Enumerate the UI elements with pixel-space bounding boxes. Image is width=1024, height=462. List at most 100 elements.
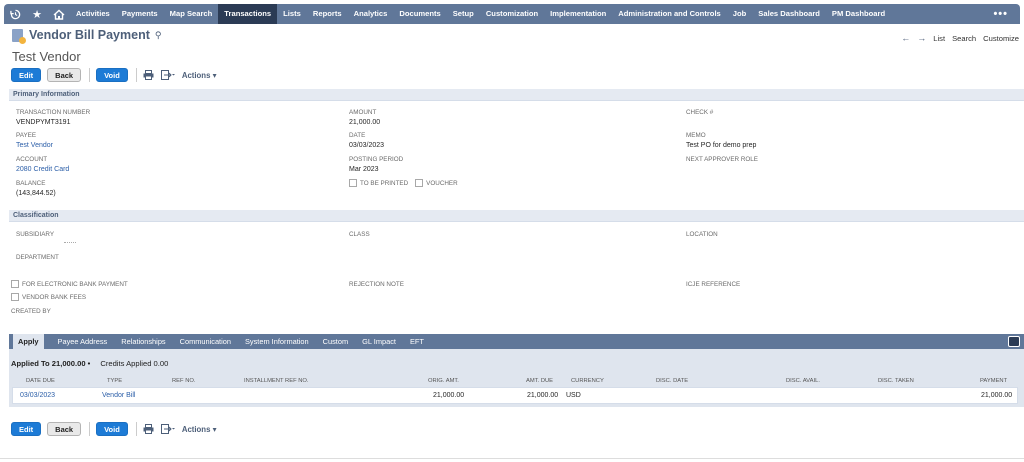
transaction-number-label: TRANSACTION NUMBER <box>16 109 91 116</box>
column-installment-ref-no[interactable]: INSTALLMENT REF NO. <box>244 375 309 387</box>
classification-header[interactable]: Classification <box>9 210 1024 222</box>
applied-to-label: Applied To 21,000.00 <box>11 359 86 368</box>
balance-field: BALANCE (143,844.52) <box>16 180 56 198</box>
table-header: DATE DUE TYPE REF NO. INSTALLMENT REF NO… <box>12 375 1018 387</box>
column-orig-amt[interactable]: ORIG. AMT. <box>428 375 459 387</box>
location-field: LOCATION <box>686 231 718 239</box>
tab-eft[interactable]: EFT <box>410 334 424 349</box>
row-date-due-link[interactable]: 03/03/2023 <box>20 388 55 403</box>
column-disc-date[interactable]: DISC. DATE <box>656 375 688 387</box>
nav-setup[interactable]: Setup <box>447 4 480 24</box>
void-button-bottom[interactable]: Void <box>96 422 128 436</box>
recent-records-icon[interactable] <box>4 4 26 24</box>
column-type[interactable]: TYPE <box>107 375 122 387</box>
nav-transactions[interactable]: Transactions <box>218 4 278 24</box>
column-date-due[interactable]: DATE DUE <box>26 375 55 387</box>
column-amt-due[interactable]: AMT. DUE <box>526 375 553 387</box>
account-link[interactable]: 2080 Credit Card <box>16 165 69 174</box>
more-menu-icon[interactable]: ••• <box>981 8 1020 20</box>
print-options: TO BE PRINTED VOUCHER <box>349 179 458 187</box>
tab-payee-address[interactable]: Payee Address <box>58 334 108 349</box>
nav-implementation[interactable]: Implementation <box>544 4 612 24</box>
nav-activities[interactable]: Activities <box>70 4 116 24</box>
tab-apply[interactable]: Apply <box>13 334 44 349</box>
nav-sales-dashboard[interactable]: Sales Dashboard <box>752 4 826 24</box>
credits-applied-tab[interactable]: Credits Applied 0.00 <box>100 359 168 368</box>
vendor-bank-fees-row: VENDOR BANK FEES <box>11 293 86 301</box>
nav-pm-dashboard[interactable]: PM Dashboard <box>826 4 891 24</box>
subsidiary-field: SUBSIDIARY <box>16 231 76 243</box>
column-disc-taken[interactable]: DISC. TAKEN <box>878 375 914 387</box>
list-link[interactable]: List <box>933 34 945 43</box>
nav-administration-and-controls[interactable]: Administration and Controls <box>612 4 727 24</box>
electronic-bank-payment-label: FOR ELECTRONIC BANK PAYMENT <box>22 280 128 288</box>
search-icon[interactable]: ⚲ <box>155 30 162 41</box>
back-button-bottom[interactable]: Back <box>47 422 82 436</box>
nav-reports[interactable]: Reports <box>307 4 348 24</box>
previous-arrow-icon[interactable]: ← <box>901 33 910 43</box>
nav-job[interactable]: Job <box>727 4 753 24</box>
star-icon[interactable]: ★ <box>26 4 48 24</box>
voucher-label: VOUCHER <box>426 179 458 187</box>
vendor-bank-fees-checkbox[interactable] <box>11 293 19 301</box>
tab-gl-impact[interactable]: GL Impact <box>362 334 396 349</box>
export-icon[interactable] <box>160 424 175 434</box>
tab-system-information[interactable]: System Information <box>245 334 309 349</box>
balance-label: BALANCE <box>16 180 46 187</box>
voucher-checkbox[interactable] <box>415 179 424 187</box>
top-navigation: ★ Activities Payments Map Search Transac… <box>4 4 1020 24</box>
check-number-label: CHECK # <box>686 109 714 116</box>
nav-analytics[interactable]: Analytics <box>348 4 394 24</box>
to-be-printed-checkbox[interactable] <box>349 179 357 187</box>
customize-link[interactable]: Customize <box>983 34 1019 43</box>
subtab-layout-icon[interactable] <box>1008 336 1020 347</box>
posting-period-value: Mar 2023 <box>349 166 379 173</box>
edit-button[interactable]: Edit <box>11 68 42 82</box>
tab-relationships[interactable]: Relationships <box>121 334 165 349</box>
next-arrow-icon[interactable]: → <box>917 33 926 43</box>
home-icon[interactable] <box>48 4 70 24</box>
amount-label: AMOUNT <box>349 109 377 116</box>
column-payment[interactable]: PAYMENT <box>980 375 1007 387</box>
chevron-down-icon: ▾ <box>212 70 217 80</box>
next-approver-role-field: NEXT APPROVER ROLE <box>686 156 758 164</box>
page-bottom-divider <box>0 458 1024 459</box>
print-icon[interactable] <box>143 70 154 80</box>
icje-reference-field: ICJE REFERENCE <box>686 281 740 289</box>
class-label: CLASS <box>349 231 370 238</box>
to-be-printed-label: TO BE PRINTED <box>360 179 409 187</box>
table-row[interactable]: 03/03/2023 Vendor Bill 21,000.00 21,000.… <box>12 387 1018 404</box>
column-ref-no[interactable]: REF NO. <box>172 375 196 387</box>
edit-button-bottom[interactable]: Edit <box>11 422 42 436</box>
column-disc-avail[interactable]: DISC. AVAIL. <box>786 375 820 387</box>
tab-custom[interactable]: Custom <box>323 334 348 349</box>
applied-to-tab[interactable]: Applied To 21,000.00 • <box>11 359 90 368</box>
rejection-note-field: REJECTION NOTE <box>349 281 404 289</box>
date-field: DATE 03/03/2023 <box>349 132 384 150</box>
nav-customization[interactable]: Customization <box>480 4 544 24</box>
back-button[interactable]: Back <box>47 68 82 82</box>
void-button[interactable]: Void <box>96 68 128 82</box>
nav-lists[interactable]: Lists <box>277 4 307 24</box>
tab-communication[interactable]: Communication <box>180 334 231 349</box>
actions-menu[interactable]: Actions ▾ <box>182 71 217 80</box>
print-icon[interactable] <box>143 424 154 434</box>
search-link[interactable]: Search <box>952 34 976 43</box>
actions-menu-bottom[interactable]: Actions ▾ <box>182 425 217 434</box>
bottom-button-bar: Edit Back Void Actions ▾ <box>11 422 217 436</box>
row-type-link[interactable]: Vendor Bill <box>102 388 135 403</box>
export-icon[interactable] <box>160 70 175 80</box>
column-currency[interactable]: CURRENCY <box>571 375 604 387</box>
payee-link[interactable]: Test Vendor <box>16 141 53 150</box>
nav-payments[interactable]: Payments <box>116 4 164 24</box>
rejection-note-label: REJECTION NOTE <box>349 281 404 288</box>
nav-map-search[interactable]: Map Search <box>164 4 219 24</box>
record-name: Test Vendor <box>12 49 81 64</box>
chevron-down-icon: ▾ <box>212 424 217 434</box>
electronic-bank-payment-checkbox[interactable] <box>11 280 19 288</box>
amount-value: 21,000.00 <box>349 119 381 126</box>
account-field: ACCOUNT 2080 Credit Card <box>16 156 69 174</box>
primary-information-header[interactable]: Primary Information <box>9 89 1024 101</box>
row-currency: USD <box>566 392 581 399</box>
nav-documents[interactable]: Documents <box>393 4 446 24</box>
